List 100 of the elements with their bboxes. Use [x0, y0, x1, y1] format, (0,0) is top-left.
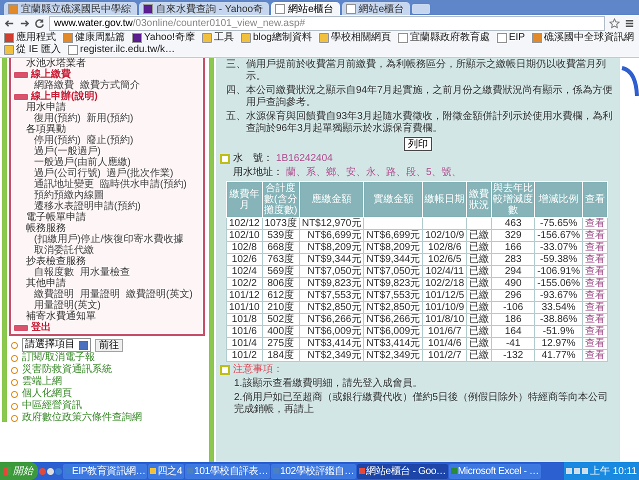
back-icon[interactable] [4, 18, 15, 28]
table-cell: -106 [492, 302, 535, 314]
quick-link[interactable]: 政府數位政策六條件查詢網 [22, 412, 142, 424]
quick-link[interactable]: 訂閱/取消電子報 [22, 352, 95, 364]
sidebar-section-link[interactable]: 線上申辦(說明) [31, 91, 98, 102]
sidebar-subitem[interactable]: 通訊地址變更 [34, 179, 94, 190]
bookmark-link[interactable]: 宜蘭縣政府教育處 [398, 32, 490, 44]
table-cell: 294 [492, 266, 535, 278]
table-cell: -156.67% [534, 230, 582, 242]
go-button[interactable]: 前往 [95, 338, 123, 352]
sidebar-subitem[interactable]: 繳費證明(英文) [126, 289, 193, 300]
item-select[interactable]: 請選擇項目 [22, 338, 91, 352]
bookmark-link[interactable]: blog總制資料 [240, 32, 312, 44]
taskbar-button[interactable]: EIP教育資訊網… [63, 464, 148, 478]
sidebar-subitem[interactable]: 繳費方式簡介 [80, 80, 140, 91]
sidebar-item[interactable]: 各項異動 [14, 124, 200, 135]
print-button[interactable]: 列印 [404, 137, 432, 151]
tab-favicon-icon [143, 4, 153, 14]
table-cell: 102/4 [226, 266, 262, 278]
column-header: 合計度數(含分攤度數) [262, 182, 300, 218]
sidebar-subitem[interactable]: 過戶(批次作業) [106, 168, 174, 179]
taskbar-button[interactable]: 102學校評鑑自… [271, 464, 356, 478]
table-cell: NT$7,553元 [364, 290, 423, 302]
square-bullet-icon [220, 154, 230, 164]
taskbar-button[interactable]: 網站e櫃台 - Goo… [357, 464, 448, 478]
sidebar-item[interactable]: 補寄水費通知單 [14, 311, 200, 322]
sidebar-subitem[interactable]: 預約預繳內線圖 [34, 190, 104, 201]
sidebar-item[interactable]: 其他申請 [14, 278, 200, 289]
bookmark-link[interactable]: 健康周點篇 [63, 32, 125, 44]
bookmark-link[interactable]: Yahoo!奇摩 [132, 32, 195, 44]
browser-tab[interactable]: 自來水費查詢 - Yahoo奇 [139, 2, 270, 15]
sidebar-subitem[interactable]: (扣繳用戶)停止/恢復印寄水費收據 [34, 234, 184, 245]
table-cell: 101/2 [226, 350, 262, 362]
sidebar-subitem[interactable]: 復用(預約) [34, 113, 81, 124]
table-cell: NT$2,850元 [299, 302, 364, 314]
sidebar-subitem[interactable]: 網路繳費 [34, 80, 74, 91]
sidebar-item[interactable]: 抄表檢查服務 [14, 256, 200, 267]
menu-icon[interactable] [624, 18, 635, 28]
bookmark-link[interactable]: 從 IE 匯入 [4, 44, 62, 56]
sidebar-subitem[interactable]: 取消委託代繳 [34, 245, 94, 256]
sidebar-subitem[interactable]: 過戶(公司行號) [34, 168, 101, 179]
sidebar-section-link[interactable]: 登出 [31, 322, 51, 333]
notice-title: 注意事項： [233, 364, 283, 376]
table-cell: NT$6,009元 [299, 326, 364, 338]
browser-tab[interactable]: 宜蘭縣立礁溪國民中學綜 [4, 2, 137, 15]
table-cell: 102/6 [226, 254, 262, 266]
sidebar-subitem[interactable]: 廢止(預約) [86, 135, 134, 146]
sidebar-subitem[interactable]: 新用(預約) [86, 113, 134, 124]
sidebar-subitem[interactable]: 自報度數 [34, 267, 74, 278]
address-field[interactable]: www.water.gov.tw/03online/counter0101_view_new.asp# [49, 16, 605, 30]
bookmark-link[interactable]: register.ilc.edu.tw/k… [68, 44, 176, 56]
sidebar-item[interactable]: 帳務服務 [14, 223, 200, 234]
table-cell: 101/6/7 [422, 326, 467, 338]
table-cell: NT$9,823元 [299, 278, 364, 290]
sidebar-subitem[interactable]: 停用(預約) [34, 135, 81, 146]
table-cell: 490 [492, 278, 535, 290]
forward-icon[interactable] [19, 18, 30, 28]
menu-tag-icon [14, 72, 28, 78]
table-cell: -132 [492, 350, 535, 362]
sidebar-item[interactable]: 用水申請 [14, 102, 200, 113]
bookmark-link[interactable]: 工具 [202, 32, 234, 44]
table-cell: 12.97% [534, 338, 582, 350]
quick-link[interactable]: 中區經營資訊 [22, 400, 82, 412]
sidebar-subitem[interactable]: 繳費證明 [34, 289, 74, 300]
table-cell: NT$9,823元 [364, 278, 423, 290]
bookmark-link[interactable]: 學校相關網頁 [318, 32, 391, 44]
sidebar-subitem[interactable]: 遷移水表證明申請(預約) [34, 201, 141, 212]
new-tab-button[interactable] [412, 4, 430, 14]
browser-tab[interactable]: 網站e櫃台 [271, 2, 340, 15]
table-cell: -33.07% [534, 242, 582, 254]
table-cell: 101/10 [226, 302, 262, 314]
start-button[interactable]: 開始 [0, 462, 38, 480]
bookmark-link[interactable]: 礁溪國中全球資訊網 [532, 32, 634, 44]
table-cell: NT$12,970元 [299, 218, 364, 230]
sidebar-subitem[interactable]: 用水量檢查 [80, 267, 130, 278]
table-cell: 186 [492, 314, 535, 326]
quick-link[interactable]: 雲端上網 [22, 376, 62, 388]
sidebar-section-link[interactable]: 線上繳費 [31, 69, 71, 80]
table-cell: 101/4 [226, 338, 262, 350]
column-header: 與去年比較增減度數 [492, 182, 535, 218]
sidebar-item[interactable]: 水池水塔業者 [14, 58, 200, 69]
reload-icon[interactable] [34, 18, 45, 28]
sidebar-subitem[interactable]: 用量證明(英文) [34, 300, 101, 311]
table-cell: 101/12/5 [422, 290, 467, 302]
sidebar-subitem[interactable]: 用量證明 [80, 289, 120, 300]
taskbar-button[interactable]: 101學校自評表… [185, 464, 270, 478]
browser-tab[interactable]: 網站e櫃台 [342, 2, 410, 15]
note-text: 三、倘用戶提前於收費當月前繳費，為利帳務區分，所顯示之繳帳日期仍以收費當月列示。 [225, 59, 607, 83]
quick-link[interactable]: 個人化網頁 [22, 388, 72, 400]
taskbar-button[interactable]: 四之4 [148, 464, 184, 478]
taskbar-button[interactable]: Microsoft Excel - … [448, 464, 541, 478]
table-cell: NT$6,699元 [364, 230, 423, 242]
bookmark-link[interactable]: 應用程式 [4, 32, 56, 44]
quick-link[interactable]: 災害防救資通訊系統 [22, 364, 112, 376]
star-icon[interactable] [609, 18, 620, 28]
sidebar-item[interactable]: 電子帳單申請 [14, 212, 200, 223]
sidebar-subitem[interactable]: 臨時供水申請(預約) [100, 179, 187, 190]
sidebar-subitem[interactable]: 一般過戶(由前人應繳) [34, 157, 131, 168]
bookmark-link[interactable]: EIP [496, 32, 525, 44]
sidebar-subitem[interactable]: 過戶(一般過戶) [34, 146, 101, 157]
